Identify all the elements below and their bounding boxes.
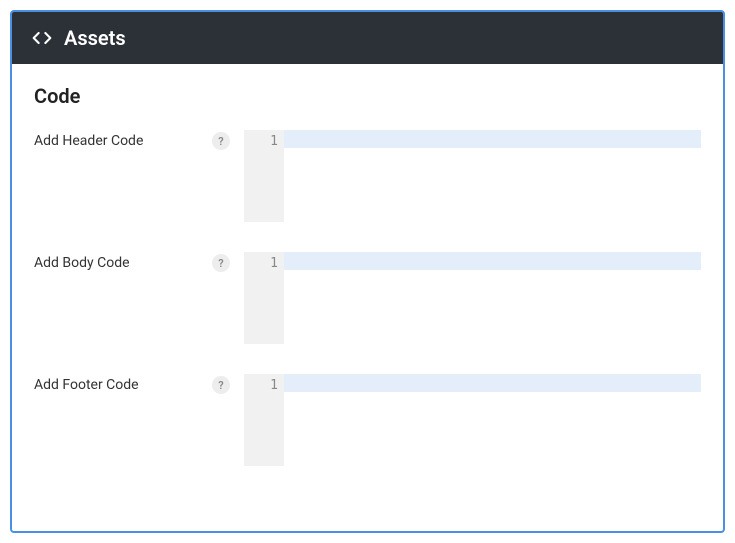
assets-panel: Assets Code Add Header Code ? 1 Add [10, 10, 725, 533]
header-code-input[interactable] [284, 130, 701, 222]
panel-body: Code Add Header Code ? 1 Add Body Code [12, 64, 723, 531]
field-row-footer: Add Footer Code ? 1 [34, 374, 701, 466]
gutter: 1 [244, 374, 284, 466]
section-title: Code [34, 84, 701, 108]
gutter: 1 [244, 252, 284, 344]
body-code-label: Add Body Code [34, 255, 130, 271]
body-code-editor[interactable]: 1 [244, 252, 701, 344]
footer-code-editor[interactable]: 1 [244, 374, 701, 466]
line-number: 1 [244, 378, 278, 393]
field-row-body: Add Body Code ? 1 [34, 252, 701, 344]
gutter: 1 [244, 130, 284, 222]
field-label-wrap: Add Footer Code ? [34, 374, 244, 394]
field-label-wrap: Add Header Code ? [34, 130, 244, 150]
line-number: 1 [244, 134, 278, 149]
panel-header: Assets [12, 12, 723, 64]
panel-title: Assets [64, 26, 126, 50]
code-area[interactable] [284, 374, 701, 466]
code-area[interactable] [284, 130, 701, 222]
help-icon[interactable]: ? [212, 376, 230, 394]
footer-code-input[interactable] [284, 374, 701, 466]
field-row-header: Add Header Code ? 1 [34, 130, 701, 222]
field-label-wrap: Add Body Code ? [34, 252, 244, 272]
help-icon[interactable]: ? [212, 132, 230, 150]
code-icon [32, 28, 52, 48]
help-icon[interactable]: ? [212, 254, 230, 272]
body-code-input[interactable] [284, 252, 701, 344]
header-code-editor[interactable]: 1 [244, 130, 701, 222]
header-code-label: Add Header Code [34, 133, 143, 149]
footer-code-label: Add Footer Code [34, 377, 139, 393]
code-area[interactable] [284, 252, 701, 344]
line-number: 1 [244, 256, 278, 271]
